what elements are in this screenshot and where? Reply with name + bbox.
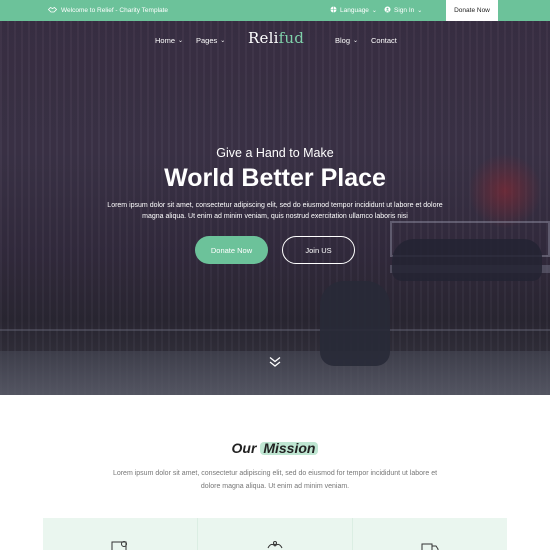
hero-description: Lorem ipsum dolor sit amet, consectetur …: [107, 202, 443, 220]
logo-text-main: Reli: [248, 29, 279, 47]
donate-now-top-button[interactable]: Donate Now: [446, 0, 498, 21]
certificate-icon: [111, 541, 127, 550]
scroll-down-icon[interactable]: [268, 355, 282, 367]
mission-description: Lorem ipsum dolor sit amet, consectetur …: [112, 470, 438, 490]
nav-pages-label: Pages: [196, 35, 218, 45]
top-bar: Welcome to Relief - Charity Template Lan…: [0, 0, 550, 21]
globe-icon: [330, 6, 337, 15]
join-us-button[interactable]: Join US: [282, 236, 355, 264]
nav-blog-label: Blog: [335, 35, 351, 45]
language-label: Language: [340, 7, 369, 14]
chevron-down-icon: ⌄: [178, 37, 184, 44]
handshake-icon: [47, 6, 58, 15]
mission-card[interactable]: [198, 518, 353, 550]
mission-heading-prefix: Our: [231, 440, 257, 456]
hero-subtitle: Give a Hand to Make: [216, 146, 334, 160]
nav-contact[interactable]: Contact: [371, 35, 397, 45]
nav-contact-label: Contact: [371, 35, 397, 45]
chevron-down-icon: ⌄: [371, 8, 377, 14]
chevron-down-icon: ⌄: [220, 37, 226, 44]
mission-cards: [43, 518, 507, 550]
welcome-message: Welcome to Relief - Charity Template: [47, 0, 169, 21]
logo-text-accent: fud: [278, 29, 304, 47]
donate-now-button[interactable]: Donate Now: [195, 236, 268, 264]
hero-backpack-image: [320, 281, 390, 366]
nav-blog[interactable]: Blog ⌄: [335, 35, 358, 45]
welcome-text: Welcome to Relief - Charity Template: [61, 7, 169, 14]
hands-icon: [267, 541, 283, 549]
truck-icon: [421, 543, 439, 550]
hero-title: World Better Place: [164, 164, 386, 192]
sign-in-label: Sign In: [394, 7, 415, 14]
site-logo[interactable]: Relifud: [248, 29, 304, 47]
sign-in-dropdown[interactable]: Sign In ⌄: [384, 0, 422, 21]
nav-pages[interactable]: Pages ⌄: [196, 35, 225, 45]
hero-railing: [0, 329, 550, 331]
chevron-down-icon: ⌄: [417, 8, 423, 14]
user-icon: [384, 6, 391, 15]
mission-card[interactable]: [353, 518, 507, 550]
nav-home-label: Home: [155, 35, 176, 45]
mission-heading: Our Mission: [0, 440, 550, 456]
hero-person-image: [392, 239, 542, 281]
mission-card[interactable]: [43, 518, 198, 550]
chevron-down-icon: ⌄: [353, 37, 359, 44]
mission-heading-highlight: Mission: [260, 440, 318, 456]
language-dropdown[interactable]: Language ⌄: [330, 0, 377, 21]
nav-home[interactable]: Home ⌄: [155, 35, 183, 45]
